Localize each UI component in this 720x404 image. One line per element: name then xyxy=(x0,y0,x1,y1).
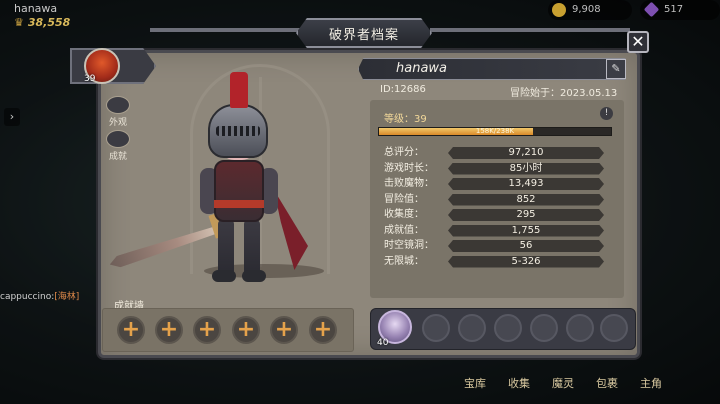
title-wing-right xyxy=(430,28,630,32)
stat-row: 击败魔物： 13,493 xyxy=(384,178,608,190)
stat-value: 97,210 xyxy=(508,147,544,158)
hero-cape xyxy=(274,190,308,270)
stat-label: 冒险值： xyxy=(384,193,424,205)
companion-slot-empty[interactable] xyxy=(494,314,522,342)
achievement-slot-add[interactable]: + xyxy=(232,316,260,344)
help-icon[interactable]: ! xyxy=(600,107,613,120)
nav-treasury[interactable]: 宝库 xyxy=(460,375,490,391)
achievement-slot-add[interactable]: + xyxy=(309,316,337,344)
bottom-nav: 宝库 收集 魔灵 包裹 主角 xyxy=(460,375,666,391)
companion-level: 40 xyxy=(377,338,389,348)
crown-icon: ♛ xyxy=(14,16,24,29)
companion-slot-empty[interactable] xyxy=(566,314,594,342)
stat-row: 总评分： 97,210 xyxy=(384,147,608,159)
nav-collection[interactable]: 收集 xyxy=(504,375,534,391)
title-wing-left xyxy=(150,28,300,32)
close-button[interactable]: ✕ xyxy=(627,31,649,53)
chat-user: cappuccino: xyxy=(0,292,55,302)
stat-row: 冒险值： 852 xyxy=(384,193,608,206)
gem-counter: 517 xyxy=(640,0,720,20)
gem-value: 517 xyxy=(664,4,684,15)
nav-hero[interactable]: 主角 xyxy=(636,375,666,391)
hero-visor xyxy=(216,126,260,136)
stat-label: 无限城： xyxy=(384,255,424,267)
adventure-start-date: 冒险始于：2023.05.13 xyxy=(510,88,618,99)
level-label: 等级：39 xyxy=(384,114,427,125)
stat-label: 成就值： xyxy=(384,224,424,236)
gold-coin-icon xyxy=(552,3,566,17)
stat-value: 1,755 xyxy=(511,224,541,236)
hero-leg-right xyxy=(244,220,260,276)
player-id: ID:12686 xyxy=(380,84,426,95)
stat-value: 85小时 xyxy=(509,162,543,174)
achievement-slot-add[interactable]: + xyxy=(193,316,221,344)
gold-counter: 9,908 xyxy=(548,0,632,20)
stat-value: 5-326 xyxy=(511,255,541,267)
companion-slot-empty[interactable] xyxy=(458,314,486,342)
nav-spirits[interactable]: 魔灵 xyxy=(548,375,578,391)
hero-belt xyxy=(214,200,264,208)
stat-label: 总评分： xyxy=(384,147,424,158)
player-name: hanawa xyxy=(396,61,448,76)
side-expand-arrow[interactable]: › xyxy=(4,108,20,126)
hud-power-value: 38,558 xyxy=(27,16,71,29)
chat-line: cappuccino:[海林] xyxy=(0,289,79,302)
companion-slot-empty[interactable] xyxy=(600,314,628,342)
stat-value: 295 xyxy=(516,209,536,220)
hud-player-name: hanawa xyxy=(14,2,58,15)
nav-inventory[interactable]: 包裹 xyxy=(592,375,622,391)
stat-label: 游戏时长： xyxy=(384,162,434,174)
hero-boot-right xyxy=(242,270,266,282)
edit-name-button[interactable]: ✎ xyxy=(606,59,626,79)
stat-row: 成就值： 1,755 xyxy=(384,224,608,237)
hud-power: ♛ 38,558 xyxy=(14,16,70,29)
gold-value: 9,908 xyxy=(572,4,601,15)
hero-leg-left xyxy=(218,220,234,276)
companion-slot-empty[interactable] xyxy=(530,314,558,342)
gem-icon xyxy=(643,1,660,18)
stat-value: 56 xyxy=(519,240,533,251)
stat-row: 时空镜洞： 56 xyxy=(384,240,608,252)
stat-label: 击败魔物： xyxy=(384,178,434,189)
hero-plume xyxy=(230,72,248,108)
stat-label: 时空镜洞： xyxy=(384,240,434,251)
companion-slot-empty[interactable] xyxy=(422,314,450,342)
hero-sword xyxy=(108,222,224,270)
avatar-level: 39 xyxy=(84,74,96,84)
stat-row: 游戏时长： 85小时 xyxy=(384,162,608,175)
hero-character-model xyxy=(104,72,324,302)
achievement-slot-add[interactable]: + xyxy=(270,316,298,344)
stat-row: 收集度： 295 xyxy=(384,209,608,221)
stat-label: 收集度： xyxy=(384,209,424,220)
chat-tag: [海林] xyxy=(54,292,80,302)
achievement-slot-add[interactable]: + xyxy=(155,316,183,344)
stat-value: 852 xyxy=(516,193,536,205)
pencil-icon: ✎ xyxy=(611,62,621,75)
stat-value: 13,493 xyxy=(508,178,544,189)
xp-progress-text: 158K/238K xyxy=(475,127,515,135)
stat-row: 无限城： 5-326 xyxy=(384,255,608,268)
hero-boot-left xyxy=(212,270,236,282)
hero-body xyxy=(214,160,264,222)
dialog-title: 破界者档案 xyxy=(296,18,432,48)
achievement-slot-add[interactable]: + xyxy=(117,316,145,344)
